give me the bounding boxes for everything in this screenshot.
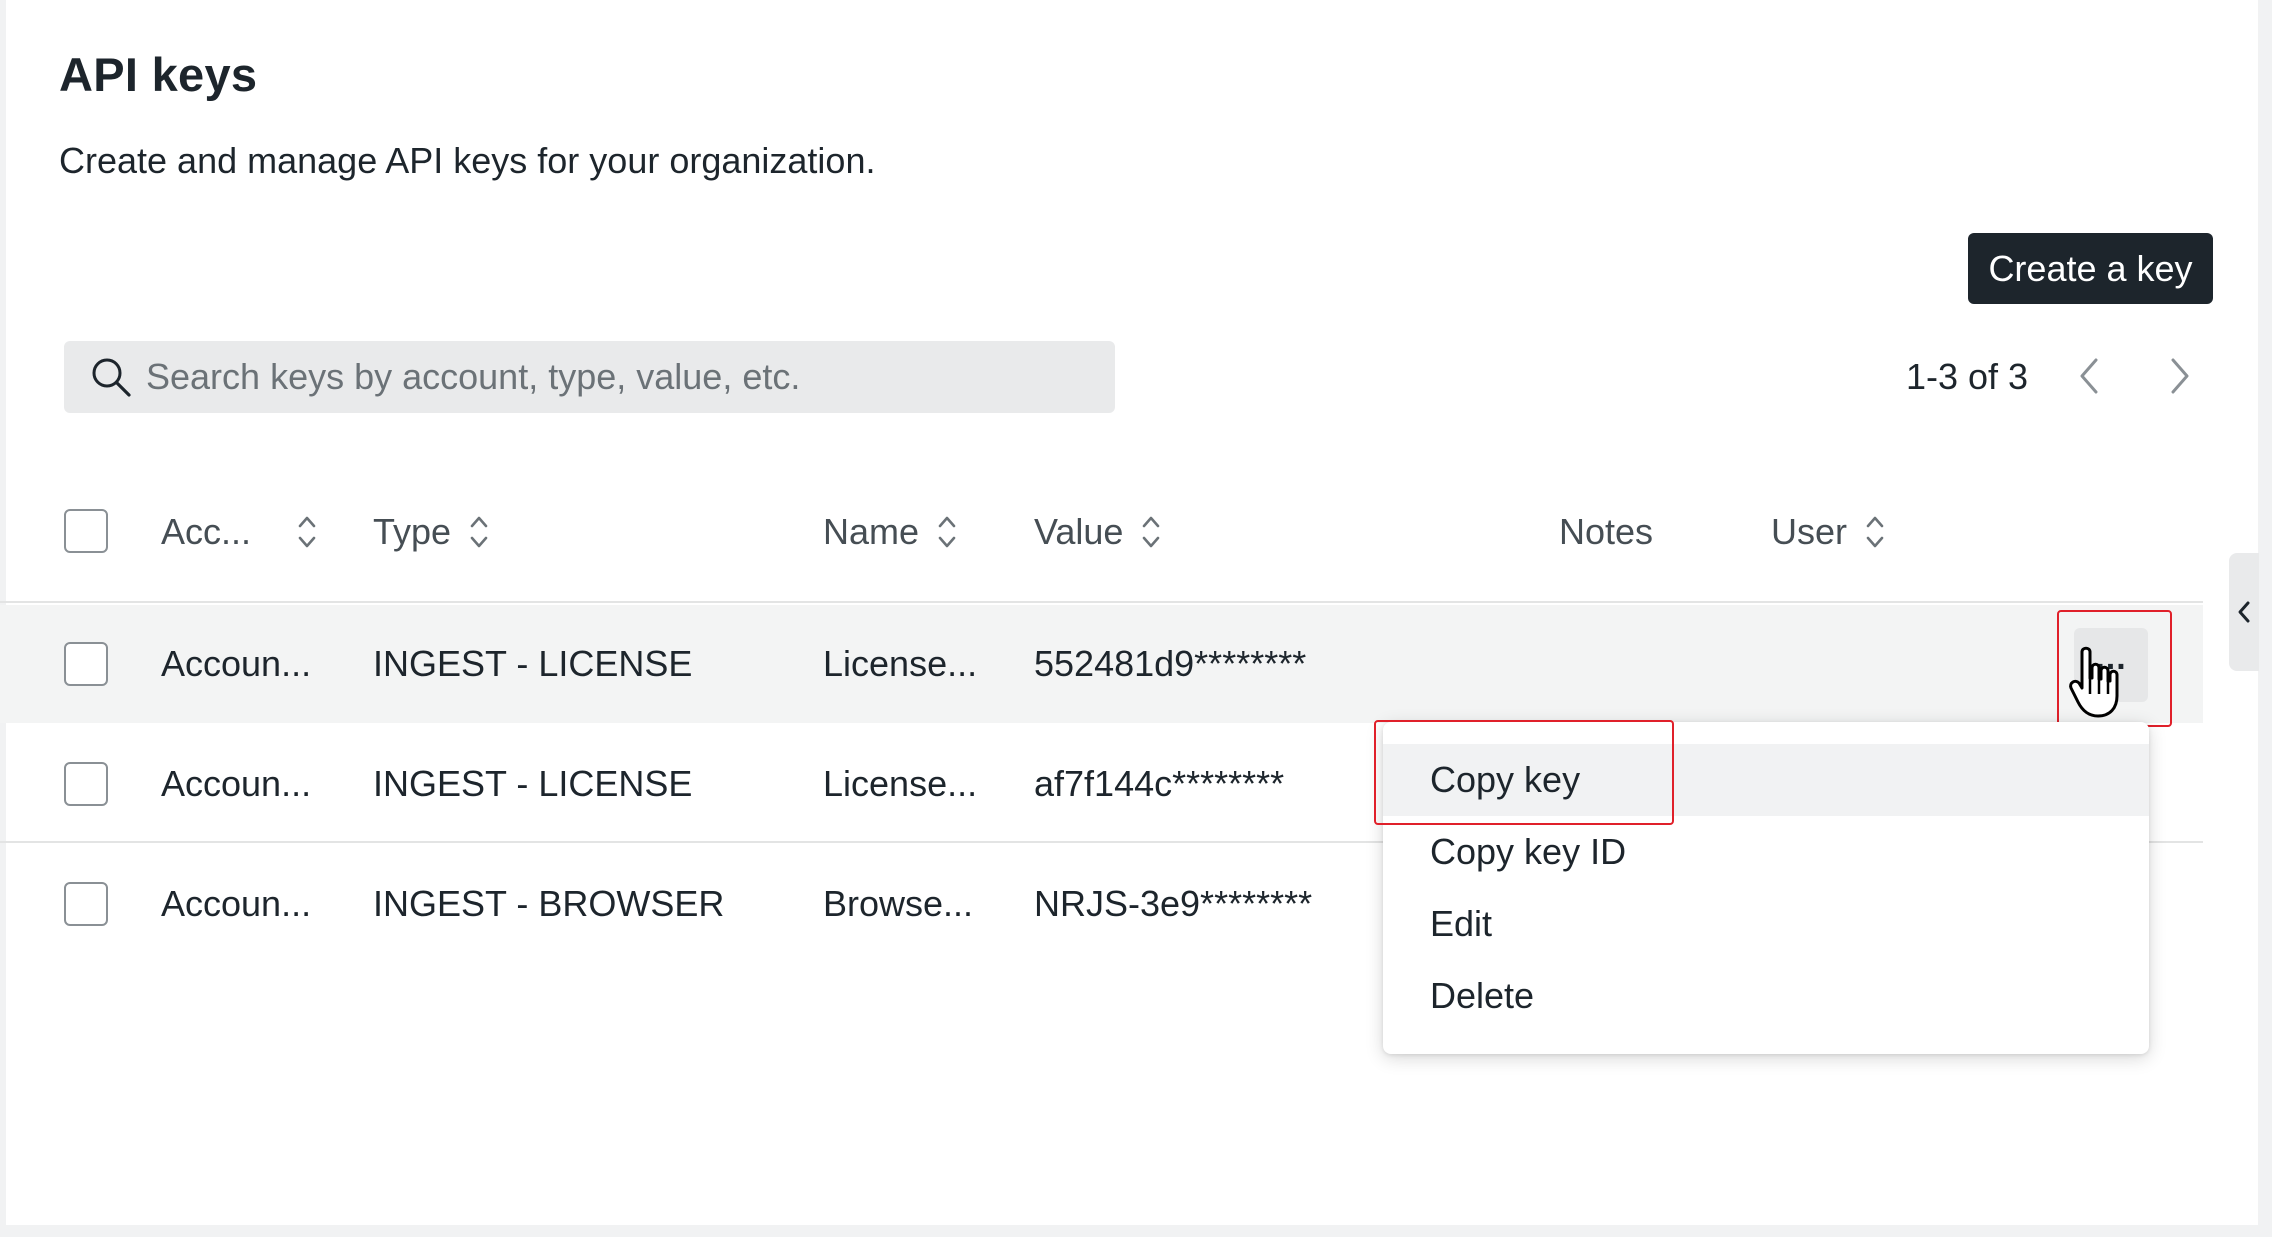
page-title: API keys	[59, 48, 258, 101]
column-header-name[interactable]: Name	[823, 500, 957, 564]
column-header-type[interactable]: Type	[373, 500, 489, 564]
sort-icon	[298, 516, 316, 548]
column-header-user[interactable]: User	[1771, 500, 1885, 564]
cell-name: License...	[823, 643, 978, 684]
menu-item-edit[interactable]: Edit	[1383, 888, 2149, 960]
hand-cursor-icon	[2069, 646, 2119, 718]
column-label-value: Value	[1034, 511, 1124, 552]
menu-item-copy-key-id[interactable]: Copy key ID	[1383, 816, 2149, 888]
cell-name: Browse...	[823, 883, 974, 924]
chevron-left-icon	[2080, 358, 2098, 394]
column-header-value[interactable]: Value	[1034, 500, 1161, 564]
cell-name: License...	[823, 763, 978, 804]
cell-value: NRJS-3e9********	[1034, 883, 1313, 924]
select-all-checkbox[interactable]	[64, 509, 108, 553]
row-checkbox[interactable]	[64, 762, 108, 806]
search-box[interactable]	[64, 341, 1115, 413]
column-header-account[interactable]: Acc...	[161, 500, 317, 564]
column-label-notes: Notes	[1559, 511, 1654, 552]
pagination-count: 1-3 of 3	[1906, 356, 2029, 397]
row-actions-menu: Copy key Copy key ID Edit Delete	[1383, 722, 2149, 1054]
row-checkbox[interactable]	[64, 642, 108, 686]
cell-account: Accoun...	[161, 643, 312, 684]
cell-type: INGEST - LICENSE	[373, 763, 693, 804]
column-label-name: Name	[823, 511, 920, 552]
sort-icon	[1143, 516, 1160, 548]
previous-page-button[interactable]	[2070, 356, 2110, 396]
cell-account: Accoun...	[161, 883, 312, 924]
column-header-notes: Notes	[1559, 500, 1653, 564]
next-page-button[interactable]	[2159, 356, 2199, 396]
sort-icon	[470, 516, 488, 548]
cell-account: Accoun...	[161, 763, 312, 804]
sort-icon	[938, 516, 956, 548]
side-panel-toggle[interactable]	[2229, 553, 2259, 671]
column-label-user: User	[1771, 511, 1848, 552]
search-input[interactable]	[144, 355, 1108, 399]
chevron-left-icon	[2238, 601, 2250, 623]
cell-type: INGEST - LICENSE	[373, 643, 693, 684]
header-divider	[0, 601, 2203, 603]
table-header: Acc... Type Name Value Notes User	[0, 500, 2203, 602]
chevron-right-icon	[2171, 358, 2189, 394]
create-key-button[interactable]: Create a key	[1968, 233, 2213, 304]
sort-icon	[1866, 516, 1884, 548]
cell-value: af7f144c********	[1034, 763, 1285, 804]
table-row[interactable]: Accoun... INGEST - LICENSE License... 55…	[0, 605, 2203, 723]
menu-item-copy-key[interactable]: Copy key	[1383, 744, 2149, 816]
row-checkbox[interactable]	[64, 882, 108, 926]
cell-type: INGEST - BROWSER	[373, 883, 725, 924]
column-label-account: Acc...	[161, 511, 252, 552]
cell-value: 552481d9********	[1034, 643, 1307, 684]
column-label-type: Type	[373, 511, 452, 552]
page-subtitle: Create and manage API keys for your orga…	[59, 140, 876, 181]
menu-item-delete[interactable]: Delete	[1383, 960, 2149, 1032]
search-icon	[90, 356, 132, 398]
